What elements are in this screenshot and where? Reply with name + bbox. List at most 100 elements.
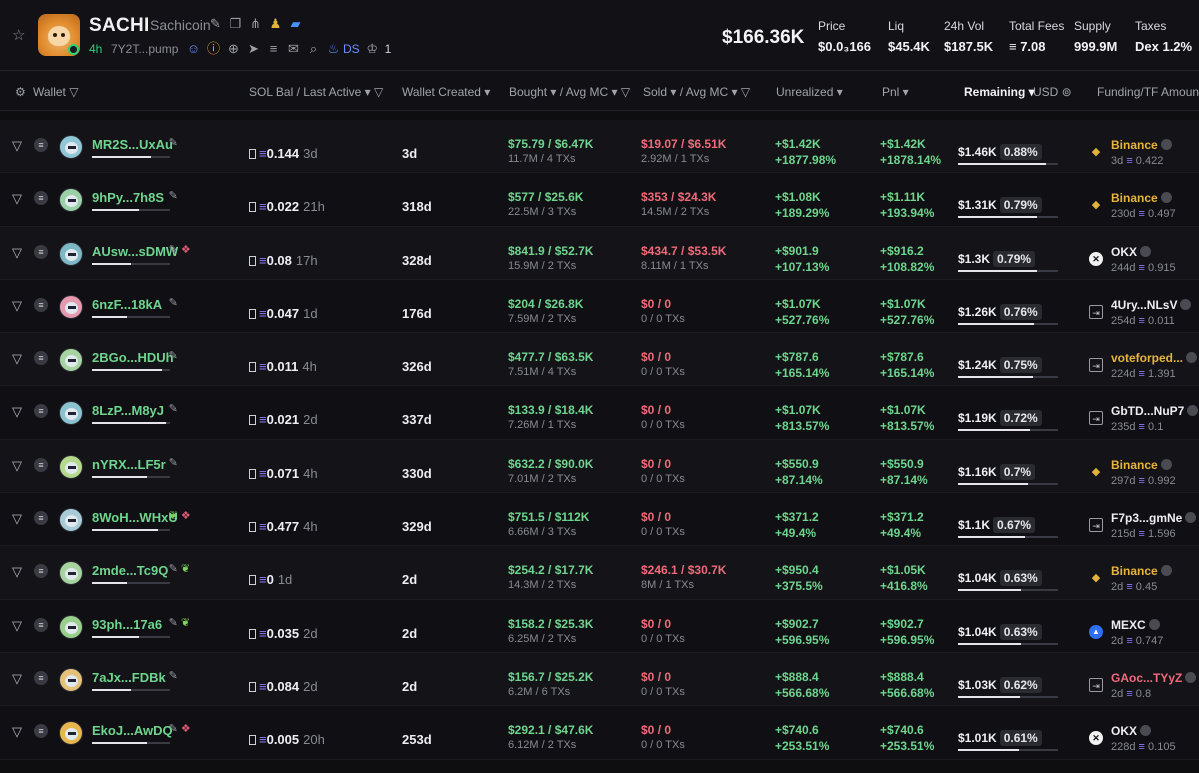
wallet-address[interactable]: 2BGo...HDUh bbox=[92, 350, 174, 365]
copy-icon[interactable] bbox=[1140, 245, 1152, 257]
list-icon[interactable]: ≡ bbox=[34, 138, 48, 152]
col-usd[interactable]: USD ⊚ bbox=[1033, 85, 1072, 99]
warning-icon[interactable]: ⓘ bbox=[206, 41, 221, 56]
copy-icon[interactable] bbox=[1140, 725, 1152, 737]
col-unrealized[interactable]: Unrealized ▾ bbox=[776, 85, 843, 99]
layers-icon[interactable]: ❖ bbox=[181, 244, 191, 256]
col-bought[interactable]: Bought ▾ / Avg MC ▾ ▽ bbox=[509, 85, 630, 99]
funding-source[interactable]: MEXC bbox=[1111, 618, 1160, 632]
table-row[interactable]: ▽ ≡ nYRX...LF5r ✎ ≡0.071 4h 330d $632.2 /… bbox=[0, 439, 1199, 494]
copy-icon[interactable] bbox=[1185, 512, 1197, 524]
filter-icon[interactable]: ▽ bbox=[12, 191, 22, 207]
pencil-icon[interactable]: ✎ bbox=[169, 137, 178, 149]
wallet-address[interactable]: AUsw...sDMW bbox=[92, 244, 178, 259]
funding-source[interactable]: GbTD...NuP7 bbox=[1111, 404, 1199, 418]
table-row[interactable]: ▽ ≡ 7aJx...FDBk ✎ ≡0.084 2d 2d $156.7 / $… bbox=[0, 652, 1199, 707]
list-icon[interactable]: ≡ bbox=[34, 724, 48, 739]
list-icon[interactable]: ≡ bbox=[34, 457, 48, 472]
table-row[interactable]: ▽ ≡ 6nzF...18kA ✎ ≡0.047 1d 176d $204 / $… bbox=[0, 279, 1199, 334]
wallet-address[interactable]: 93ph...17a6 bbox=[92, 617, 162, 632]
table-row[interactable]: ▽ ≡ MR2S...UxAu ✎ ≡0.144 3d 3d $75.79 / $… bbox=[0, 120, 1199, 174]
leaf-icon[interactable]: ❦ bbox=[169, 510, 178, 522]
table-row[interactable]: ▽ ≡ 8LzP...M8yJ ✎ ≡0.021 2d 337d $133.9 /… bbox=[0, 386, 1199, 440]
filter-icon[interactable]: ▽ bbox=[12, 298, 22, 314]
edit-icon[interactable]: ✎ bbox=[208, 16, 223, 31]
copy-icon[interactable] bbox=[1186, 352, 1198, 364]
pencil-icon[interactable]: ✎ bbox=[169, 617, 178, 629]
copy-icon[interactable] bbox=[1160, 458, 1172, 470]
wallet-address[interactable]: 2mde...Tc9Q bbox=[92, 563, 168, 578]
pencil-icon[interactable]: ✎ bbox=[169, 457, 178, 469]
col-wallet[interactable]: Wallet ▽ bbox=[33, 85, 78, 99]
list-icon[interactable]: ≡ bbox=[34, 511, 48, 526]
token-address[interactable]: 7Y2T...pump bbox=[111, 42, 178, 56]
copy-icon[interactable] bbox=[1185, 671, 1197, 683]
funding-source[interactable]: Binance bbox=[1111, 458, 1172, 472]
col-wallet-created[interactable]: Wallet Created ▾ bbox=[402, 85, 490, 99]
funding-source[interactable]: GAoc...TYyZ bbox=[1111, 671, 1197, 685]
table-row[interactable]: ▽ ≡ AUsw...sDMW ✎ ❖ ≡0.08 17h 328d $841.9… bbox=[0, 226, 1199, 280]
message-icon[interactable]: ✉ bbox=[286, 41, 301, 56]
col-sol-bal[interactable]: SOL Bal / Last Active ▾ ▽ bbox=[249, 85, 383, 99]
pencil-icon[interactable]: ✎ bbox=[169, 670, 178, 682]
community-icon[interactable]: ♟ bbox=[268, 16, 283, 31]
ds-label[interactable]: DS bbox=[343, 42, 360, 56]
funding-source[interactable]: OKX bbox=[1111, 724, 1152, 738]
funding-source[interactable]: F7p3...gmNe bbox=[1111, 511, 1197, 525]
list-icon[interactable]: ≡ bbox=[34, 351, 48, 366]
wallet-address[interactable]: 7aJx...FDBk bbox=[92, 670, 166, 685]
col-sold[interactable]: Sold ▾ / Avg MC ▾ ▽ bbox=[643, 85, 750, 99]
list-icon[interactable]: ≡ bbox=[34, 404, 48, 419]
layers-icon[interactable]: ❖ bbox=[181, 510, 191, 522]
col-funding[interactable]: Funding/TF Amount bbox=[1097, 85, 1199, 99]
filter-icon[interactable]: ▽ bbox=[12, 404, 22, 420]
filter-icon[interactable]: ▽ bbox=[12, 511, 22, 527]
filter-icon[interactable]: ▽ bbox=[12, 564, 22, 580]
funding-source[interactable]: Binance bbox=[1111, 138, 1172, 152]
pencil-icon[interactable]: ✎ bbox=[169, 297, 178, 309]
filter-icon[interactable]: ▽ bbox=[12, 138, 22, 154]
leaf-icon[interactable]: ❦ bbox=[181, 563, 190, 575]
funding-source[interactable]: 4Ury...NLsV bbox=[1111, 298, 1192, 312]
list-icon[interactable]: ≡ bbox=[34, 244, 48, 259]
filter-icon[interactable]: ▽ bbox=[12, 724, 22, 740]
wallet-address[interactable]: 9hPy...7h8S bbox=[92, 190, 164, 205]
filter-icon[interactable]: ▽ bbox=[12, 458, 22, 474]
telegram-icon[interactable]: ➤ bbox=[246, 41, 261, 56]
funding-source[interactable]: OKX bbox=[1111, 245, 1152, 259]
pencil-icon[interactable]: ✎ bbox=[169, 563, 178, 575]
globe-icon[interactable]: ⊕ bbox=[226, 41, 241, 56]
filter-icon[interactable]: ▽ bbox=[12, 245, 22, 261]
table-row[interactable]: ▽ ≡ EkoJ...AwDQ ✎ ❖ ≡0.005 20h 253d $292.… bbox=[0, 706, 1199, 760]
share-icon[interactable]: ⋔ bbox=[248, 16, 263, 31]
copy-icon[interactable] bbox=[1187, 405, 1199, 417]
funding-source[interactable]: Binance bbox=[1111, 191, 1172, 205]
list-icon[interactable]: ≡ bbox=[266, 41, 281, 56]
copy-icon[interactable] bbox=[1180, 298, 1192, 310]
leaf-icon[interactable]: ❦ bbox=[181, 617, 190, 629]
user-icon[interactable]: ☺ bbox=[186, 41, 201, 56]
wallet-address[interactable]: 8LzP...M8yJ bbox=[92, 403, 164, 418]
wallet-address[interactable]: 8WoH...WHxU bbox=[92, 510, 178, 525]
table-row[interactable]: ▽ ≡ 8WoH...WHxU ❦ ❖ ≡0.477 4h 329d $751.5… bbox=[0, 493, 1199, 547]
copy-icon[interactable] bbox=[1148, 618, 1160, 630]
search-icon[interactable]: ⌕ bbox=[306, 41, 321, 56]
table-row[interactable]: ▽ ≡ 9hPy...7h8S ✎ ≡0.022 21h 318d $577 / … bbox=[0, 173, 1199, 227]
pencil-icon[interactable]: ✎ bbox=[169, 190, 178, 202]
funding-source[interactable]: Binance bbox=[1111, 564, 1172, 578]
copy-icon[interactable]: ❐ bbox=[228, 16, 243, 31]
wallet-address[interactable]: EkoJ...AwDQ bbox=[92, 723, 173, 738]
col-pnl[interactable]: Pnl ▾ bbox=[882, 85, 909, 99]
table-row[interactable]: ▽ ≡ 2mde...Tc9Q ✎ ❦ ≡0 1d 2d $254.2 / $17… bbox=[0, 546, 1199, 600]
list-icon[interactable]: ≡ bbox=[34, 617, 48, 632]
list-icon[interactable]: ≡ bbox=[34, 670, 48, 685]
list-icon[interactable]: ≡ bbox=[34, 297, 48, 312]
copy-icon[interactable] bbox=[1160, 192, 1172, 204]
wallet-address[interactable]: nYRX...LF5r bbox=[92, 457, 166, 472]
list-icon[interactable]: ≡ bbox=[34, 191, 48, 206]
pencil-icon[interactable]: ✎ bbox=[169, 403, 178, 415]
favorite-star-icon[interactable]: ☆ bbox=[12, 28, 28, 44]
filter-icon[interactable]: ▽ bbox=[12, 351, 22, 367]
wallet-address[interactable]: 6nzF...18kA bbox=[92, 297, 162, 312]
pencil-icon[interactable]: ✎ bbox=[169, 350, 178, 362]
